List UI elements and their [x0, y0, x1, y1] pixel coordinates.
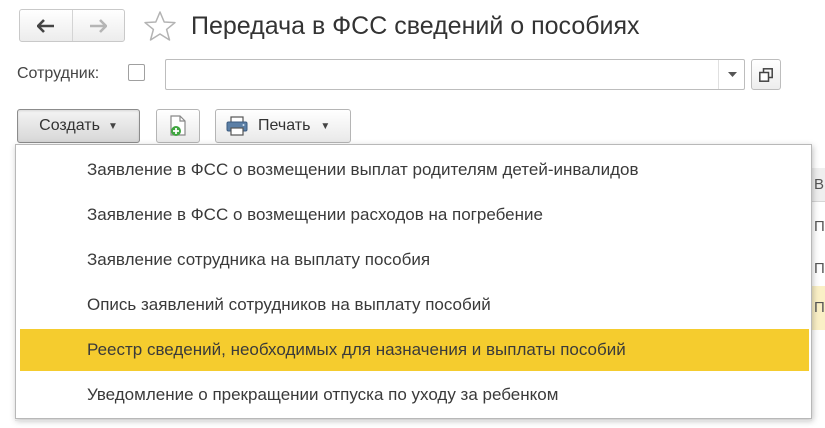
page-title: Передача в ФСС сведений о пособиях	[191, 12, 640, 40]
menu-item-benefits-registry[interactable]: Реестр сведений, необходимых для назначе…	[20, 329, 809, 371]
arrow-right-icon	[90, 18, 108, 33]
menu-item-disabled-children-claim[interactable]: Заявление в ФСС о возмещении выплат роди…	[20, 149, 809, 191]
favorite-button[interactable]	[143, 10, 177, 47]
table-cell: П	[811, 286, 825, 330]
add-document-icon	[170, 115, 186, 136]
employee-field[interactable]	[165, 59, 745, 90]
employee-label: Сотрудник:	[17, 65, 100, 82]
employee-checkbox[interactable]	[128, 64, 145, 81]
print-button[interactable]: Печать ▼	[215, 109, 351, 143]
table-cell: П	[814, 260, 825, 277]
divider	[15, 420, 812, 421]
menu-item-funeral-claim[interactable]: Заявление в ФСС о возмещении расходов на…	[20, 194, 809, 236]
chevron-down-icon: ▼	[320, 120, 331, 132]
create-button[interactable]: Создать ▼	[17, 109, 140, 143]
forward-button[interactable]	[71, 10, 125, 41]
back-button[interactable]	[20, 10, 72, 41]
menu-item-leave-termination-notice[interactable]: Уведомление о прекращении отпуска по ухо…	[20, 374, 809, 416]
create-menu: Заявление в ФСС о возмещении выплат роди…	[15, 144, 812, 419]
menu-item-employee-benefit-claim[interactable]: Заявление сотрудника на выплату пособия	[20, 239, 809, 281]
employee-dropdown-button[interactable]	[718, 60, 745, 89]
menu-item-claims-inventory[interactable]: Опись заявлений сотрудников на выплату п…	[20, 284, 809, 326]
table-header-cell: В	[811, 168, 825, 202]
printer-icon	[226, 116, 248, 136]
add-document-button[interactable]	[156, 109, 200, 143]
arrow-left-icon	[36, 18, 54, 33]
star-icon	[144, 11, 176, 41]
print-button-label: Печать	[258, 117, 311, 134]
navigation-buttons	[19, 9, 125, 42]
create-button-label: Создать	[39, 117, 100, 134]
table-cell: П	[814, 218, 825, 235]
employee-open-button[interactable]	[751, 59, 781, 90]
chevron-down-icon: ▼	[107, 120, 118, 132]
open-window-icon	[759, 67, 773, 82]
triangle-down-icon	[727, 72, 737, 77]
documents-table-edge: В П П П	[810, 160, 825, 330]
